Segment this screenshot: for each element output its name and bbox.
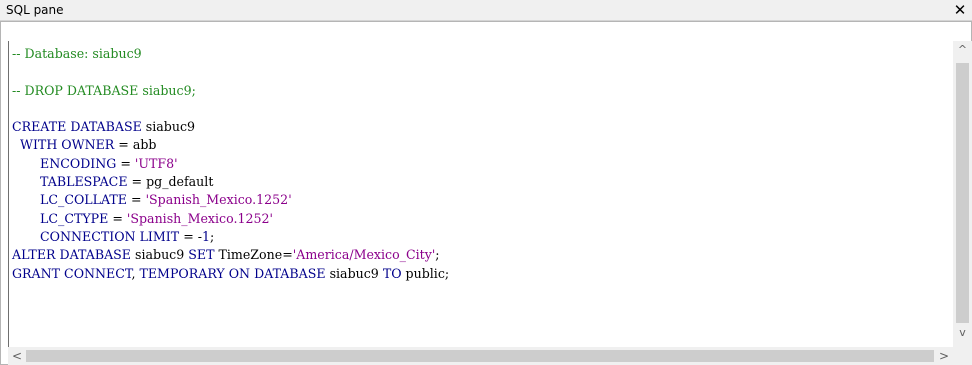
code-line-9: LC_COLLATE = 'Spanish_Mexico.1252'	[12, 192, 292, 208]
vertical-scrollbar[interactable]: ^ v	[953, 41, 972, 347]
horizontal-scrollbar[interactable]: < >	[8, 347, 953, 365]
scroll-up-icon[interactable]: ^	[953, 41, 972, 59]
code-line-13: GRANT CONNECT, TEMPORARY ON DATABASE sia…	[12, 265, 450, 281]
code-line-6: WITH OWNER = abb	[12, 137, 157, 153]
editor-left-border	[8, 41, 9, 347]
code-line-1: -- Database: siabuc9	[12, 45, 449, 63]
vertical-scroll-thumb[interactable]	[956, 63, 969, 323]
code-comment: -- Database: siabuc9	[12, 46, 142, 61]
scroll-left-icon[interactable]: <	[8, 347, 26, 365]
scrollbar-corner	[953, 347, 972, 365]
scroll-down-icon[interactable]: v	[953, 324, 972, 342]
sql-pane: SQL pane ✕ -- Database: siabuc9 -- DROP D…	[0, 0, 972, 365]
code-line-8: TABLESPACE = pg_default	[12, 174, 214, 190]
scroll-right-icon[interactable]: >	[935, 347, 953, 365]
code-line-5: CREATE DATABASE siabuc9	[12, 119, 196, 135]
pane-titlebar: SQL pane ✕	[0, 0, 972, 21]
code-line-11: CONNECTION LIMIT = -1;	[12, 228, 215, 244]
code-comment: -- DROP DATABASE siabuc9;	[12, 82, 196, 98]
code-line-7: ENCODING = 'UTF8'	[12, 155, 178, 171]
code-line-10: LC_CTYPE = 'Spanish_Mexico.1252'	[12, 210, 273, 226]
pane-title: SQL pane	[6, 3, 64, 17]
code-line-12: ALTER DATABASE siabuc9 SET TimeZone='Ame…	[12, 247, 440, 263]
horizontal-scroll-thumb[interactable]	[26, 350, 934, 362]
sql-code[interactable]: -- Database: siabuc9 -- DROP DATABASE sia…	[12, 45, 449, 283]
close-icon[interactable]: ✕	[952, 1, 968, 19]
code-line-3: -- DROP DATABASE siabuc9;	[12, 82, 449, 100]
